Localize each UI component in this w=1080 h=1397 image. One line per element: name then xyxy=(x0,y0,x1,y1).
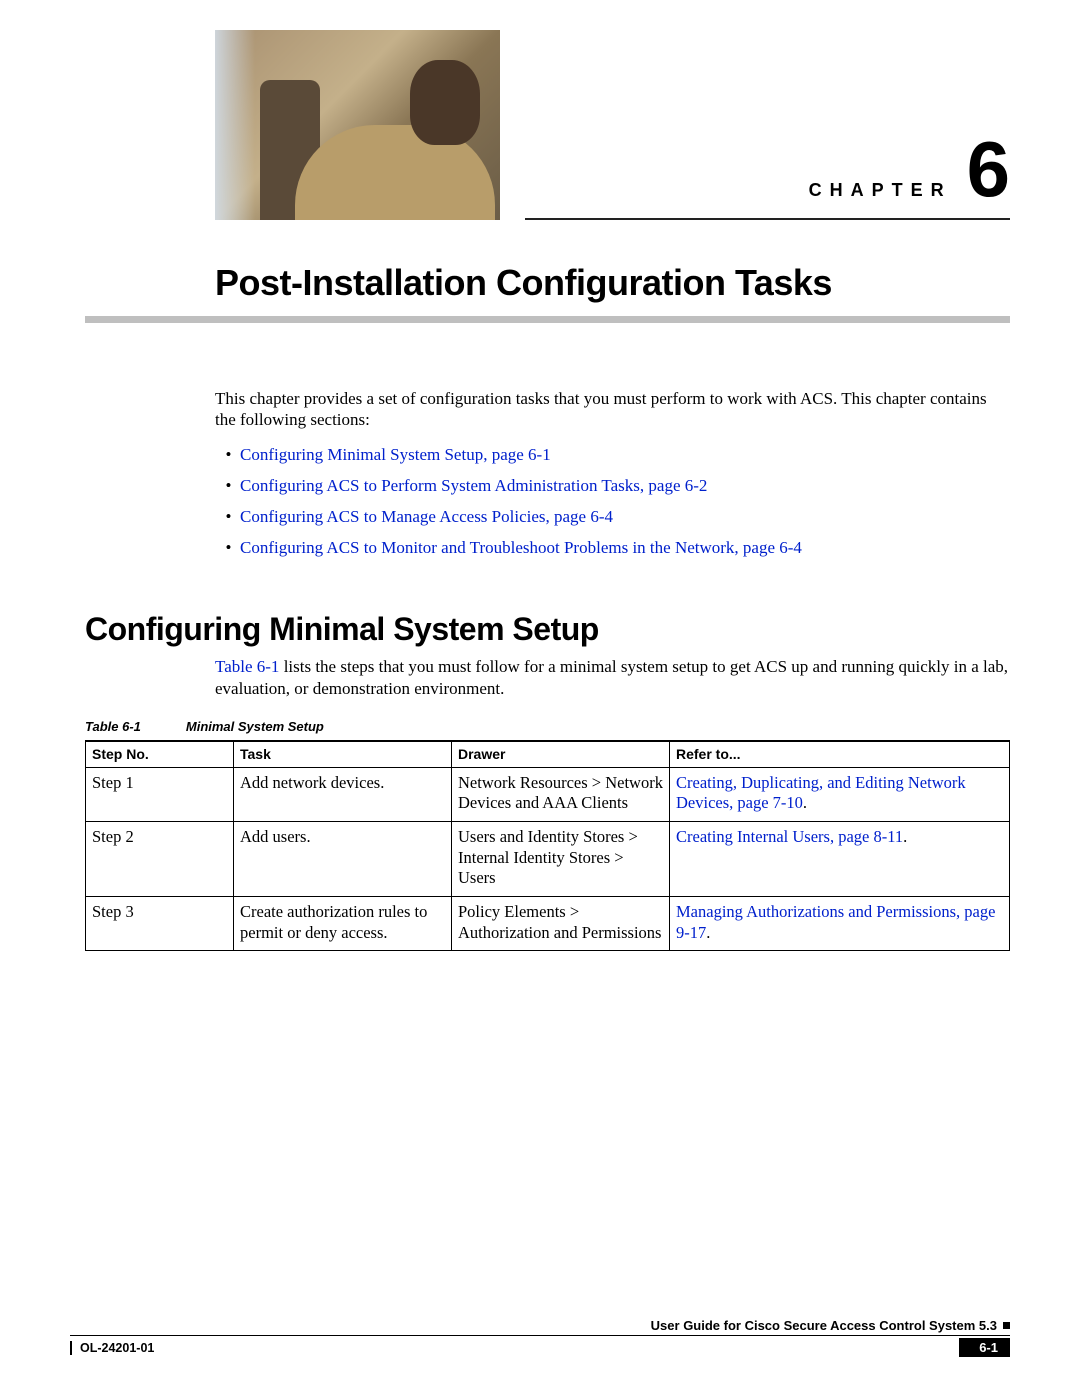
section-heading: Configuring Minimal System Setup xyxy=(85,611,1010,648)
chapter-label: CHAPTER 6 xyxy=(525,130,1010,220)
page-footer: User Guide for Cisco Secure Access Contr… xyxy=(70,1318,1010,1357)
cell-refer: Creating, Duplicating, and Editing Netwo… xyxy=(670,767,1010,821)
cell-task: Add users. xyxy=(234,822,452,897)
section-link[interactable]: Configuring ACS to Perform System Admini… xyxy=(240,476,707,495)
section-links-list: Configuring Minimal System Setup, page 6… xyxy=(215,441,1010,562)
footer-ol-group: OL-24201-01 xyxy=(70,1341,154,1355)
cell-task: Add network devices. xyxy=(234,767,452,821)
section-link[interactable]: Configuring Minimal System Setup, page 6… xyxy=(240,445,551,464)
col-step: Step No. xyxy=(86,741,234,768)
col-refer: Refer to... xyxy=(670,741,1010,768)
table-row: Step 3 Create authorization rules to per… xyxy=(86,896,1010,950)
table-caption-title: Minimal System Setup xyxy=(186,719,324,734)
col-task: Task xyxy=(234,741,452,768)
footer-ol: OL-24201-01 xyxy=(80,1341,154,1355)
chapter-word: CHAPTER xyxy=(809,180,952,201)
title-rule xyxy=(85,316,1010,323)
chapter-header-row: CHAPTER 6 xyxy=(215,30,1010,220)
setup-table: Step No. Task Drawer Refer to... Step 1 … xyxy=(85,740,1010,951)
cell-task: Create authorization rules to permit or … xyxy=(234,896,452,950)
refer-link[interactable]: Creating, Duplicating, and Editing Netwo… xyxy=(676,773,966,813)
footer-bottom-line: OL-24201-01 6-1 xyxy=(70,1335,1010,1357)
cell-refer: Creating Internal Users, page 8-11. xyxy=(670,822,1010,897)
list-item: Configuring Minimal System Setup, page 6… xyxy=(240,441,1010,468)
cell-refer: Managing Authorizations and Permissions,… xyxy=(670,896,1010,950)
footer-bar-icon xyxy=(70,1341,72,1355)
list-item: Configuring ACS to Perform System Admini… xyxy=(240,472,1010,499)
table-ref-link[interactable]: Table 6-1 xyxy=(215,657,279,676)
table-row: Step 1 Add network devices. Network Reso… xyxy=(86,767,1010,821)
section-body-text: lists the steps that you must follow for… xyxy=(215,657,1008,697)
footer-guide-title: User Guide for Cisco Secure Access Contr… xyxy=(651,1318,997,1333)
table-caption-number: Table 6-1 xyxy=(85,719,141,734)
section-link[interactable]: Configuring ACS to Monitor and Troublesh… xyxy=(240,538,802,557)
col-drawer: Drawer xyxy=(452,741,670,768)
section-body: Table 6-1 lists the steps that you must … xyxy=(215,656,1010,699)
cell-drawer: Policy Elements > Authorization and Perm… xyxy=(452,896,670,950)
cell-drawer: Network Resources > Network Devices and … xyxy=(452,767,670,821)
table-row: Step 2 Add users. Users and Identity Sto… xyxy=(86,822,1010,897)
square-icon xyxy=(1003,1322,1010,1329)
chapter-title: Post-Installation Configuration Tasks xyxy=(215,262,1010,304)
section-link[interactable]: Configuring ACS to Manage Access Policie… xyxy=(240,507,613,526)
chapter-intro: This chapter provides a set of configura… xyxy=(215,388,1010,431)
cell-step: Step 2 xyxy=(86,822,234,897)
cell-drawer: Users and Identity Stores > Internal Ide… xyxy=(452,822,670,897)
cell-step: Step 1 xyxy=(86,767,234,821)
table-caption: Table 6-1 Minimal System Setup xyxy=(85,719,1010,734)
refer-link[interactable]: Creating Internal Users, page 8-11 xyxy=(676,827,903,846)
list-item: Configuring ACS to Manage Access Policie… xyxy=(240,503,1010,530)
cell-step: Step 3 xyxy=(86,896,234,950)
chapter-number: 6 xyxy=(967,130,1010,208)
table-header-row: Step No. Task Drawer Refer to... xyxy=(86,741,1010,768)
footer-guide-line: User Guide for Cisco Secure Access Contr… xyxy=(70,1318,1010,1333)
list-item: Configuring ACS to Monitor and Troublesh… xyxy=(240,534,1010,561)
chapter-hero-image xyxy=(215,30,500,220)
page: CHAPTER 6 Post-Installation Configuratio… xyxy=(0,0,1080,1397)
refer-link[interactable]: Managing Authorizations and Permissions,… xyxy=(676,902,995,942)
footer-page-number: 6-1 xyxy=(959,1338,1010,1357)
